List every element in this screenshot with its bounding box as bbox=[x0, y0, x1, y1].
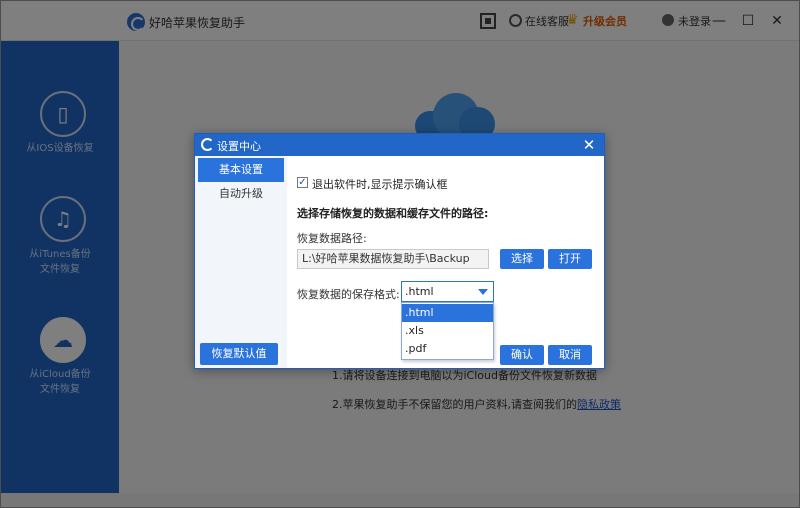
format-dropdown-list: .html .xls .pdf bbox=[401, 302, 494, 360]
chevron-down-icon[interactable] bbox=[478, 289, 488, 295]
reset-defaults-button[interactable]: 恢复默认值 bbox=[200, 343, 278, 365]
app-logo-icon bbox=[201, 138, 214, 151]
format-label: 恢复数据的保存格式: bbox=[297, 288, 400, 301]
settings-nav: 基本设置 自动升级 恢复默认值 bbox=[195, 156, 287, 368]
browse-button[interactable]: 选择 bbox=[500, 249, 544, 269]
format-selected-value: .html bbox=[405, 285, 434, 298]
confirm-button[interactable]: 确认 bbox=[500, 345, 544, 365]
open-folder-button[interactable]: 打开 bbox=[548, 249, 592, 269]
format-option-html[interactable]: .html bbox=[402, 304, 493, 322]
tab-auto-upgrade[interactable]: 自动升级 bbox=[198, 182, 284, 206]
path-label: 恢复数据路径: bbox=[297, 232, 367, 245]
format-select[interactable]: .html bbox=[401, 281, 494, 302]
exit-confirm-label[interactable]: 退出软件时,显示提示确认框 bbox=[312, 176, 448, 192]
cancel-button[interactable]: 取消 bbox=[548, 345, 592, 365]
restore-path-field[interactable]: L:\好哈苹果数据恢复助手\Backup bbox=[297, 249, 489, 269]
format-option-pdf[interactable]: .pdf bbox=[402, 340, 493, 358]
dialog-title-bar: 设置中心 ✕ bbox=[195, 134, 604, 156]
exit-confirm-checkbox[interactable]: ✓ bbox=[297, 177, 308, 188]
dialog-close-button[interactable]: ✕ bbox=[579, 135, 599, 155]
dialog-title: 设置中心 bbox=[217, 140, 261, 153]
settings-dialog: 设置中心 ✕ 基本设置 自动升级 恢复默认值 ✓ 退出软件时,显示提示确认框 选… bbox=[194, 133, 605, 369]
tab-basic-settings[interactable]: 基本设置 bbox=[198, 158, 284, 182]
format-option-xls[interactable]: .xls bbox=[402, 322, 493, 340]
section-title: 选择存储恢复的数据和缓存文件的路径: bbox=[297, 207, 489, 220]
